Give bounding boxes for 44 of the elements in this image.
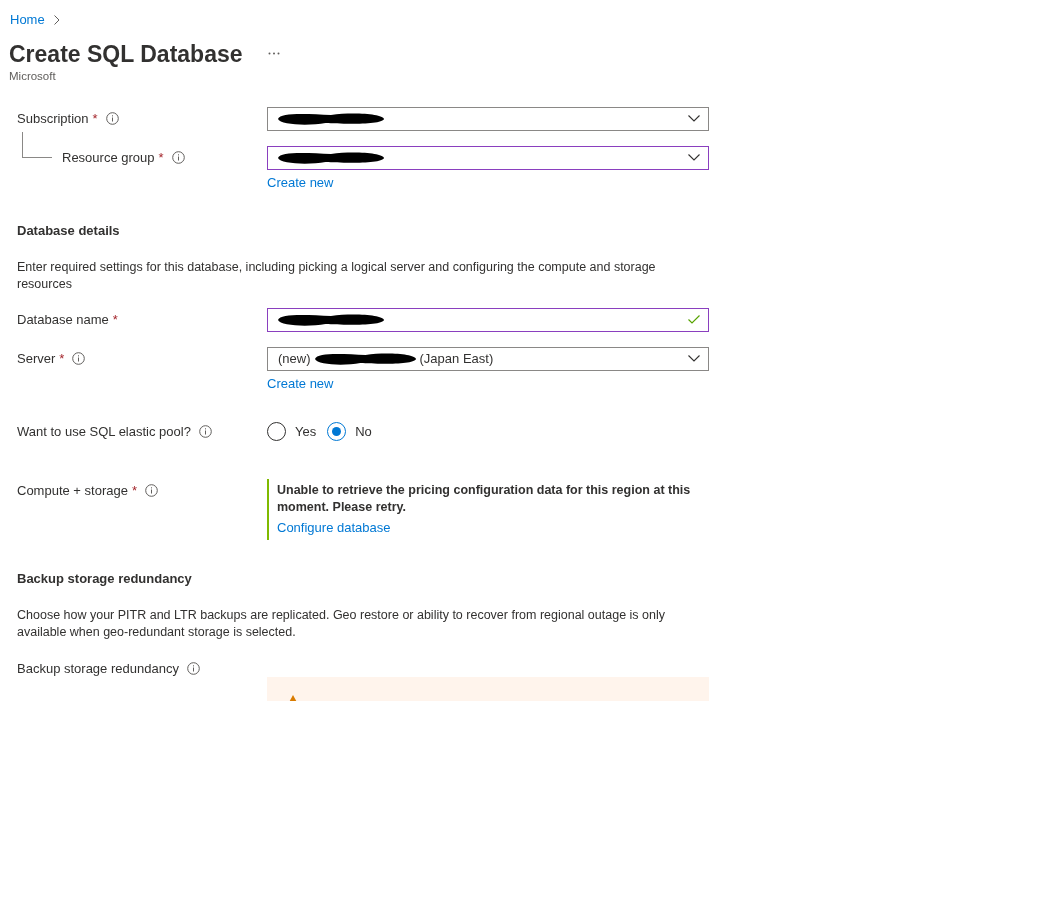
more-options-icon[interactable] xyxy=(267,52,280,55)
create-new-link[interactable]: Create new xyxy=(267,172,334,192)
radio-label: No xyxy=(355,423,372,441)
dropdown[interactable] xyxy=(267,145,709,170)
field-label: Want to use SQL elastic pool? xyxy=(17,423,191,441)
error-message: Unable to retrieve the pricing configuration data for this region at this moment. Please retry. xyxy=(277,481,692,516)
dropdown[interactable]: (new) (Japan East) xyxy=(267,346,709,371)
publisher-name: Microsoft xyxy=(8,68,57,83)
warning-icon xyxy=(287,694,299,701)
required-asterisk: * xyxy=(131,481,137,500)
field-label: Subscription xyxy=(17,109,89,128)
chevron-down-icon xyxy=(688,115,700,122)
dropdown[interactable] xyxy=(267,106,709,131)
required-asterisk: * xyxy=(112,310,118,329)
info-icon[interactable] xyxy=(171,151,185,164)
info-icon[interactable] xyxy=(105,112,119,125)
required-asterisk: * xyxy=(59,349,65,368)
field-label: Backup storage redundancy xyxy=(17,659,179,678)
field-value: (Japan East) xyxy=(419,349,494,368)
create-new-link[interactable]: Create new xyxy=(267,373,334,393)
info-icon[interactable] xyxy=(198,425,212,439)
required-asterisk: * xyxy=(158,148,164,167)
page-title: Create SQL Database xyxy=(9,39,243,69)
checkmark-icon xyxy=(688,315,700,324)
info-icon[interactable] xyxy=(72,352,86,365)
field-label: Database name xyxy=(17,310,109,329)
input-field[interactable] xyxy=(267,307,709,332)
info-icon[interactable] xyxy=(145,484,158,497)
section-description: Choose how your PITR and LTR backups are replicated. Geo restore or ability to recover from regional outage is only available when geo-redundant storage is selected. xyxy=(17,606,666,641)
info-icon[interactable] xyxy=(186,662,200,675)
field-label: Compute + storage xyxy=(17,481,128,500)
radio-label: Yes xyxy=(295,423,317,441)
required-asterisk: * xyxy=(92,109,98,128)
configure-database-link[interactable]: Configure database xyxy=(277,517,391,537)
chevron-down-icon xyxy=(688,355,700,362)
field-label: Resource group xyxy=(62,148,155,167)
breadcrumb-link[interactable]: Home xyxy=(10,10,45,30)
field-label: Server xyxy=(17,349,56,368)
section-heading: Database details xyxy=(16,222,121,240)
chevron-right-icon xyxy=(53,14,60,25)
section-description: Enter required settings for this database, including picking a logical server and configuring the compute and storage resources xyxy=(17,258,657,293)
field-value: (new) xyxy=(278,349,311,368)
chevron-down-icon xyxy=(688,154,700,161)
section-heading: Backup storage redundancy xyxy=(16,570,193,588)
